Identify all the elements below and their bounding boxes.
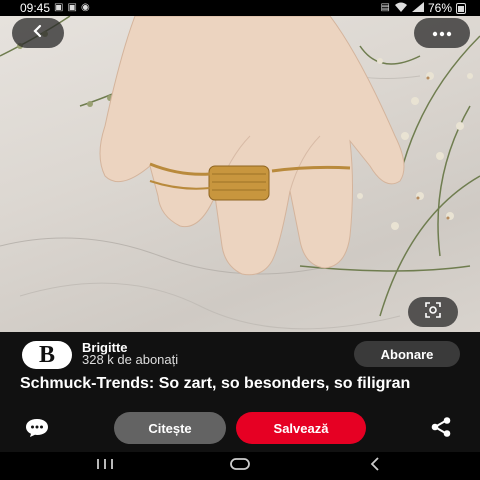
share-button[interactable] xyxy=(428,416,454,442)
whatsapp-icon: ◉ xyxy=(80,2,90,13)
home-icon xyxy=(229,457,251,476)
battery-icon xyxy=(456,2,466,14)
comment-button[interactable] xyxy=(22,418,52,443)
publisher-logo-letter: B xyxy=(38,341,55,368)
follower-count: 328 k de abonați xyxy=(82,352,179,367)
share-icon xyxy=(430,416,452,442)
recents-button[interactable] xyxy=(90,456,120,476)
signal-icon xyxy=(411,1,424,15)
status-bar: 09:45 ▣ ▣ ◉ ▤ 76% xyxy=(0,0,480,16)
status-right: ▤ 76% xyxy=(381,1,466,15)
chevron-left-icon xyxy=(31,24,45,43)
lens-icon xyxy=(425,301,441,323)
image-icon: ▣ xyxy=(54,2,64,13)
back-icon xyxy=(369,456,381,476)
more-horizontal-icon xyxy=(432,24,452,42)
image-icon: ▣ xyxy=(67,2,77,13)
home-button[interactable] xyxy=(225,456,255,476)
pin-title: Schmuck-Trends: So zart, so besonders, s… xyxy=(20,375,411,392)
read-button[interactable]: Citește xyxy=(114,412,226,444)
follow-button[interactable]: Abonare xyxy=(354,341,460,367)
status-time: 09:45 xyxy=(20,1,51,15)
publisher-logo[interactable]: B xyxy=(22,341,72,369)
status-left: 09:45 ▣ ▣ ◉ xyxy=(20,1,90,15)
save-button[interactable]: Salvează xyxy=(236,412,366,444)
hand-with-rings-photo xyxy=(0,16,480,330)
pin-info-panel: B Brigitte 328 k de abonați Abonare Schm… xyxy=(0,332,480,452)
back-button[interactable] xyxy=(12,18,64,48)
battery-level: 76% xyxy=(427,1,452,15)
comment-icon xyxy=(25,418,49,443)
recents-icon xyxy=(96,457,114,475)
wifi-icon xyxy=(394,1,408,15)
visual-search-button[interactable] xyxy=(408,297,458,327)
alarm-icon: ▤ xyxy=(380,2,390,13)
more-options-button[interactable] xyxy=(414,18,470,48)
pin-image[interactable] xyxy=(0,16,480,332)
system-nav-bar xyxy=(0,452,480,480)
system-back-button[interactable] xyxy=(360,456,390,476)
